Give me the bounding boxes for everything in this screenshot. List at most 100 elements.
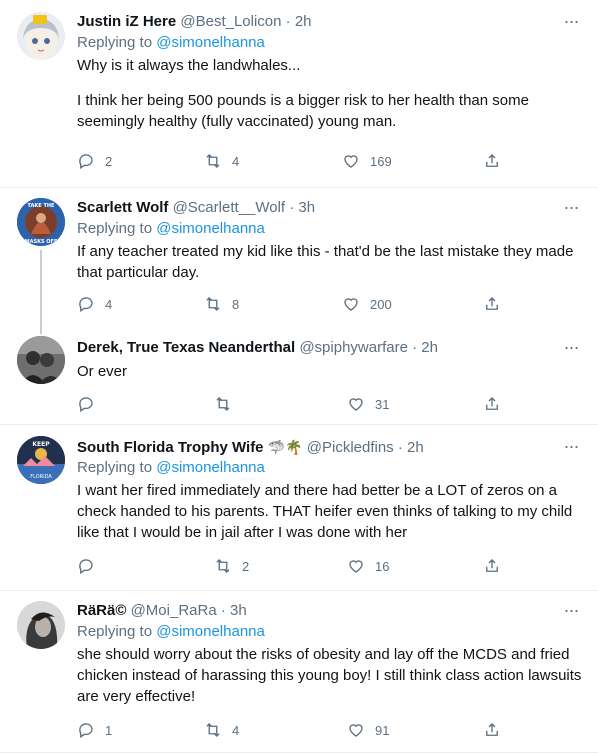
reply-button[interactable] [77,394,105,414]
like-button[interactable]: 169 [342,151,392,171]
reply-count: 4 [105,296,113,312]
reply-count: 2 [105,153,113,169]
tweet-text: Why is it always the landwhales... [77,57,301,74]
tweet-actions: 1 4 91 [77,720,507,740]
heart-icon [349,724,363,737]
like-count: 91 [375,722,390,738]
replying-to-link[interactable]: @simonelhanna [156,220,265,237]
tweet-text: she should worry about the risks of obes… [77,646,582,705]
replying-to-link[interactable]: @simonelhanna [156,623,265,640]
like-button[interactable]: 31 [347,394,389,414]
tweet[interactable]: RäRä© @Moi_RaRa · 3h Replying to @simone… [0,591,598,753]
replying-to-link[interactable]: @simonelhanna [156,459,265,476]
more-options-icon[interactable]: ··· [560,437,582,461]
author-name[interactable]: Justin iZ Here [77,13,176,30]
retweet-count: 4 [232,153,240,169]
author-handle[interactable]: @Scarlett__Wolf [173,199,286,216]
avatar[interactable] [17,336,65,384]
retweet-button[interactable]: 4 [204,720,239,740]
like-count: 169 [370,153,392,169]
tweet-text: Or ever [77,363,128,380]
share-button[interactable] [483,151,501,171]
share-button[interactable] [483,720,501,740]
retweet-count: 4 [232,722,240,738]
share-icon [486,297,498,310]
heart-icon [344,298,358,311]
retweet-icon [206,297,220,311]
like-count: 16 [375,558,390,574]
retweet-count: 2 [242,558,250,574]
replying-to: Replying to @simonelhanna [77,458,582,478]
author-handle[interactable]: @Best_Lolicon [180,13,281,30]
tweet[interactable]: KEEP FLORIDA South Florida Trophy Wife 🦈… [0,425,598,591]
share-icon [486,723,498,736]
svg-text:FLORIDA: FLORIDA [30,474,52,480]
more-options-icon[interactable]: ··· [560,198,582,222]
author-name[interactable]: RäRä© [77,602,126,619]
tweet[interactable]: Derek, True Texas Neanderthal @spiphywar… [0,326,598,425]
share-button[interactable] [483,556,501,576]
reply-button[interactable]: 2 [77,151,112,171]
tweet-actions: 2 16 [77,556,507,576]
author-name[interactable]: Derek, True Texas Neanderthal [77,339,295,356]
like-count: 200 [370,296,392,312]
svg-text:TAKE THE: TAKE THE [28,203,56,209]
avatar[interactable]: KEEP FLORIDA [17,436,65,484]
retweet-count: 8 [232,296,240,312]
name-emoji: 🦈🌴 [267,439,303,455]
heart-icon [349,398,363,411]
tweet-actions: 31 [77,394,507,414]
heart-icon [344,155,358,168]
reply-icon [79,297,93,313]
timestamp[interactable]: · 2h [286,13,312,30]
author-handle[interactable]: @spiphywarfare [299,339,408,356]
timestamp[interactable]: · 2h [412,339,438,356]
replying-label: Replying to [77,623,157,640]
avatar[interactable]: TAKE THE MASKS OFF [17,198,65,246]
share-icon [486,154,498,167]
more-options-icon[interactable]: ··· [560,338,582,362]
replying-label: Replying to [77,459,157,476]
retweet-button[interactable]: 4 [204,151,239,171]
tweet-text: I think her being 500 pounds is a bigger… [77,92,529,130]
author-name[interactable]: South Florida Trophy Wife [77,439,264,456]
like-button[interactable]: 200 [342,294,392,314]
avatar[interactable] [17,12,65,60]
tweet[interactable]: Justin iZ Here @Best_Lolicon · 2h Replyi… [0,0,598,188]
share-button[interactable] [483,394,501,414]
avatar[interactable] [17,601,65,649]
reply-icon [79,559,93,575]
like-button[interactable]: 16 [347,556,389,576]
share-icon [486,559,498,572]
tweet-text: I want her fired immediately and there h… [77,482,573,541]
svg-text:MASKS OFF: MASKS OFF [25,239,58,245]
timestamp[interactable]: · 3h [289,199,315,216]
like-button[interactable]: 91 [347,720,389,740]
retweet-button[interactable]: 8 [204,294,239,314]
author-name[interactable]: Scarlett Wolf [77,199,168,216]
tweet[interactable]: TAKE THE MASKS OFF Scarlett Wolf @Scarle… [0,188,598,334]
tweet-text: If any teacher treated my kid like this … [77,243,574,281]
retweet-button[interactable] [214,394,242,414]
more-options-icon[interactable]: ··· [560,601,582,625]
reply-button[interactable]: 4 [77,294,112,314]
reply-icon [79,397,93,413]
replying-label: Replying to [77,34,157,51]
svg-text:KEEP: KEEP [32,441,50,448]
replying-label: Replying to [77,220,157,237]
retweet-button[interactable]: 2 [214,556,249,576]
share-icon [486,397,498,410]
more-options-icon[interactable]: ··· [560,12,582,36]
replying-to-link[interactable]: @simonelhanna [156,34,265,51]
retweet-icon [206,154,220,168]
thread-line [40,250,42,334]
heart-icon [349,560,363,573]
replying-to: Replying to @simonelhanna [77,622,582,642]
reply-button[interactable]: 1 [77,720,112,740]
timestamp[interactable]: · 3h [221,602,247,619]
timestamp[interactable]: · 2h [398,439,424,456]
share-button[interactable] [483,294,501,314]
reply-button[interactable] [77,556,105,576]
author-handle[interactable]: @Moi_RaRa [131,602,217,619]
author-handle[interactable]: @Pickledfins [307,439,394,456]
